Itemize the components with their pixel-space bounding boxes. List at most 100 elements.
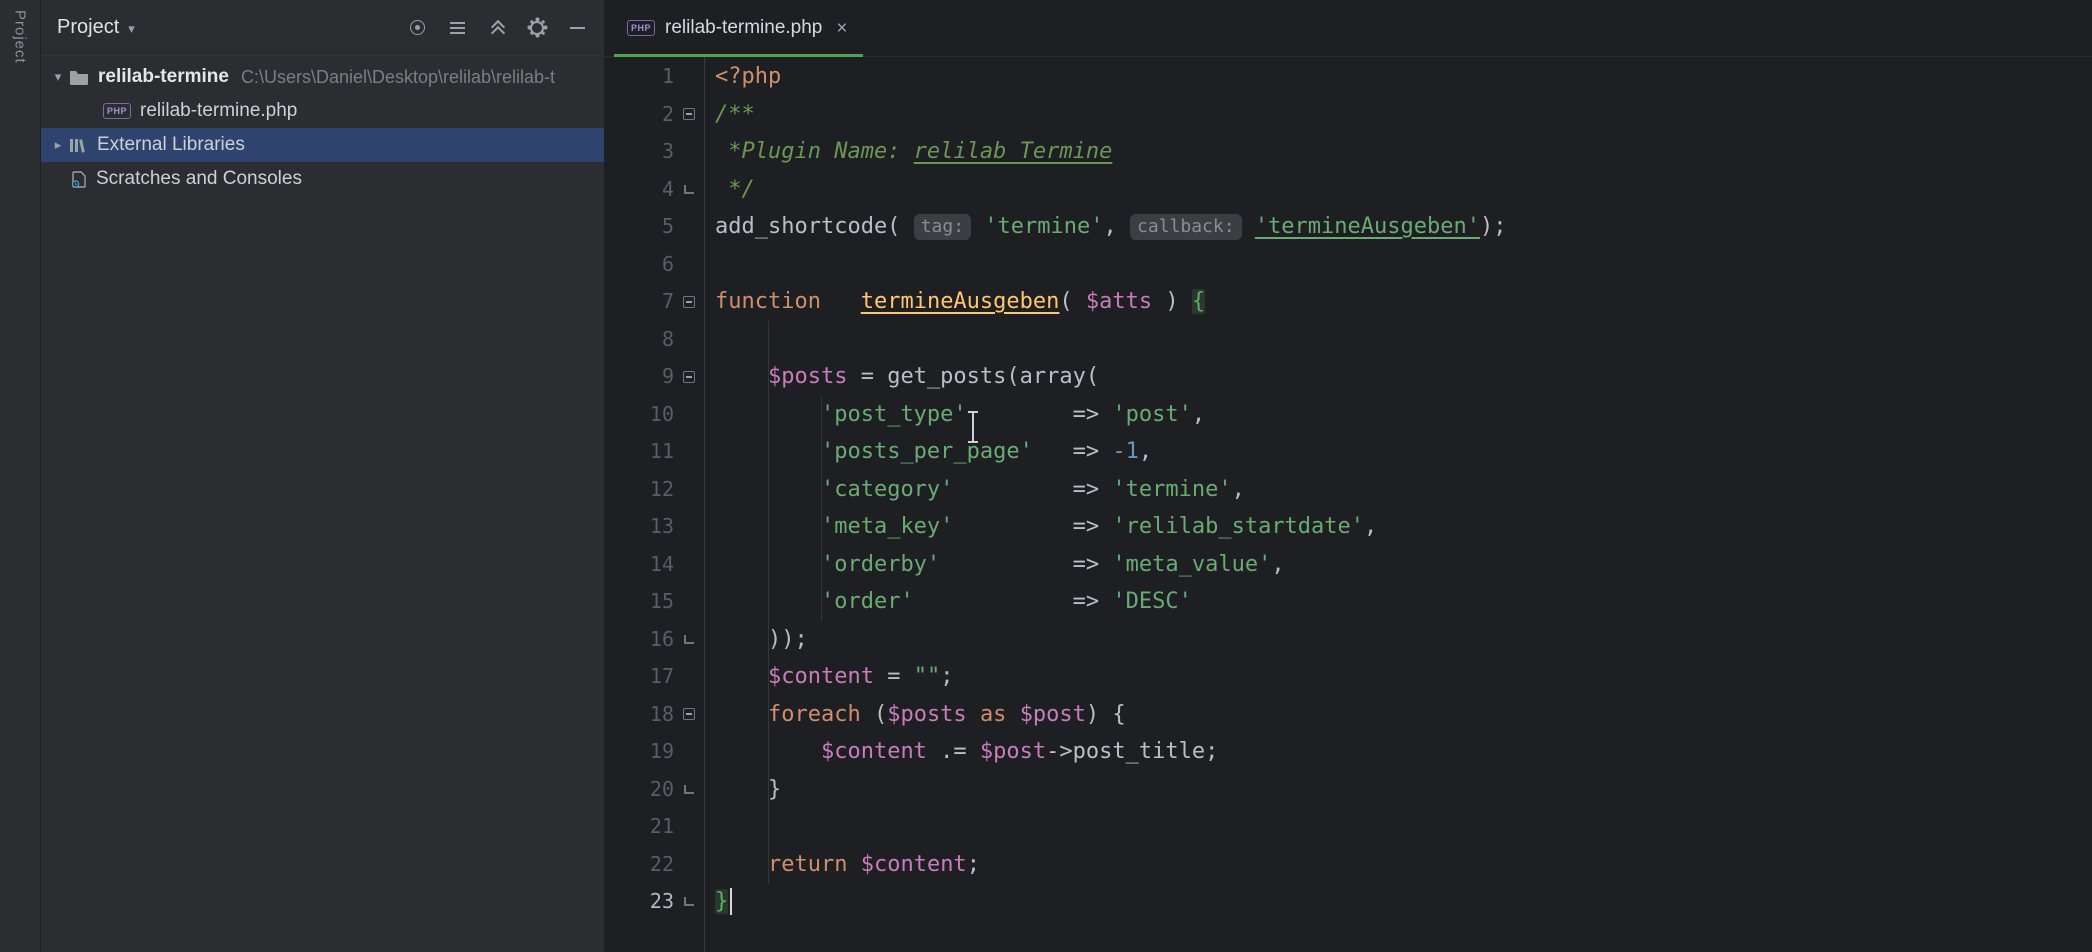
line-number[interactable]: 2 [662,96,674,134]
code-text[interactable]: 'order' => 'DESC' [704,583,1192,621]
fold-marker-icon[interactable] [674,283,704,321]
line-number[interactable]: 18 [650,696,674,734]
code-text[interactable]: <?php [704,58,781,96]
code-text[interactable]: return $content; [704,846,980,884]
line-number[interactable]: 10 [650,396,674,434]
line-number[interactable]: 8 [662,321,674,359]
settings-gear-icon[interactable] [520,11,554,45]
code-text[interactable]: add_shortcode( tag: 'termine', callback:… [704,208,1506,246]
code-line[interactable]: 22 return $content; [604,846,2092,884]
close-icon[interactable]: × [836,19,847,38]
code-line[interactable]: 17 $content = ""; [604,658,2092,696]
code-line[interactable]: 18 foreach ($posts as $post) { [604,696,2092,734]
code-text[interactable]: 'meta_key' => 'relilab_startdate', [704,508,1377,546]
tree-item-external-libraries[interactable]: ▸External Libraries [41,128,604,162]
code-text[interactable] [704,246,715,284]
line-number[interactable]: 15 [650,583,674,621]
line-number[interactable]: 17 [650,658,674,696]
line-number[interactable]: 20 [650,771,674,809]
code-line[interactable]: 14 'orderby' => 'meta_value', [604,546,2092,584]
line-number[interactable]: 14 [650,546,674,584]
line-number[interactable]: 3 [662,133,674,171]
code-text[interactable]: *Plugin Name: relilab Termine [704,133,1112,171]
code-token: } [715,777,781,802]
line-number[interactable]: 12 [650,471,674,509]
code-text[interactable] [704,321,715,359]
code-line[interactable]: 20 } [604,771,2092,809]
hide-icon[interactable] [560,11,594,45]
editor-body: 1<?php2/**3 *Plugin Name: relilab Termin… [604,57,2092,952]
project-tree: ▾relilab-termineC:\Users\Daniel\Desktop\… [41,56,604,952]
project-view-selector[interactable]: Project ▾ [57,16,135,39]
code-text[interactable]: } [704,771,781,809]
line-number[interactable]: 7 [662,283,674,321]
code-text[interactable]: foreach ($posts as $post) { [704,696,1126,734]
line-number[interactable]: 1 [662,58,674,96]
code-text[interactable]: $content = ""; [704,658,953,696]
code-text[interactable]: 'orderby' => 'meta_value', [704,546,1285,584]
collapse-all-icon[interactable] [480,11,514,45]
tree-item-relilab-termine-folder[interactable]: ▾relilab-termineC:\Users\Daniel\Desktop\… [41,60,604,94]
code-line[interactable]: 9 $posts = get_posts(array( [604,358,2092,396]
line-number[interactable]: 23 [650,883,674,921]
code-token: => [1033,439,1112,464]
code-text[interactable]: /** [704,96,755,134]
code-text[interactable]: */ [704,171,755,209]
code-line[interactable]: 3 *Plugin Name: relilab Termine [604,133,2092,171]
code-text[interactable]: $posts = get_posts(array( [704,358,1099,396]
code-text[interactable] [704,808,715,846]
folder-icon [69,69,89,86]
tree-item-relilab-termine-php[interactable]: PHPrelilab-termine.php [41,94,604,128]
project-tool-window-button[interactable]: Project [12,10,29,64]
chevron-down-icon[interactable]: ▾ [47,69,69,85]
line-number[interactable]: 11 [650,433,674,471]
code-line[interactable]: 12 'category' => 'termine', [604,471,2092,509]
code-line[interactable]: 11 'posts_per_page' => -1, [604,433,2092,471]
code-text[interactable]: $content .= $post->post_title; [704,733,1218,771]
fold-marker-icon[interactable] [674,696,704,734]
fold-marker-icon[interactable] [674,771,704,809]
line-number[interactable]: 22 [650,846,674,884]
fold-column [674,58,704,96]
line-number[interactable]: 6 [662,246,674,284]
code-line[interactable]: 15 'order' => 'DESC' [604,583,2092,621]
locate-icon[interactable] [400,11,434,45]
fold-marker-icon[interactable] [674,883,704,921]
code-text[interactable]: 'post_type' => 'post', [704,396,1205,434]
code-line[interactable]: 6 [604,246,2092,284]
line-number[interactable]: 13 [650,508,674,546]
chevron-right-icon[interactable]: ▸ [47,137,69,153]
code-line[interactable]: 21 [604,808,2092,846]
code-line[interactable]: 8 [604,321,2092,359]
code-text[interactable]: } [704,883,728,921]
code-text[interactable]: function termineAusgeben( $atts ) { [704,283,1205,321]
code-line[interactable]: 19 $content .= $post->post_title; [604,733,2092,771]
code-text[interactable]: )); [704,621,808,659]
line-number[interactable]: 5 [662,208,674,246]
code-line[interactable]: 23} [604,883,2092,921]
fold-marker-icon[interactable] [674,96,704,134]
code-line[interactable]: 1 <?php [604,58,2092,96]
fold-marker-icon[interactable] [674,358,704,396]
code-line[interactable]: 7 function termineAusgeben( $atts ) { [604,283,2092,321]
code-token: ( [1059,289,1086,314]
fold-marker-icon[interactable] [674,171,704,209]
fold-marker-icon[interactable] [674,621,704,659]
code-line[interactable]: 2 /** [604,96,2092,134]
code-line[interactable]: 13 'meta_key' => 'relilab_startdate', [604,508,2092,546]
gutter: 7 [604,283,704,321]
code-line[interactable]: 4 */ [604,171,2092,209]
line-number[interactable]: 4 [662,171,674,209]
line-number[interactable]: 9 [662,358,674,396]
tab-relilab-termine-php[interactable]: PHP relilab-termine.php × [614,0,863,56]
line-number[interactable]: 21 [650,808,674,846]
code-text[interactable]: 'category' => 'termine', [704,471,1245,509]
code-line[interactable]: 5 add_shortcode( tag: 'termine', callback… [604,208,2092,246]
code-line[interactable]: 10 'post_type' => 'post', [604,396,2092,434]
line-number[interactable]: 16 [650,621,674,659]
line-number[interactable]: 19 [650,733,674,771]
code-text[interactable]: 'posts_per_page' => -1, [704,433,1152,471]
sort-icon[interactable] [440,11,474,45]
tree-item-scratches-and-consoles[interactable]: Scratches and Consoles [41,162,604,196]
code-line[interactable]: 16 )); [604,621,2092,659]
